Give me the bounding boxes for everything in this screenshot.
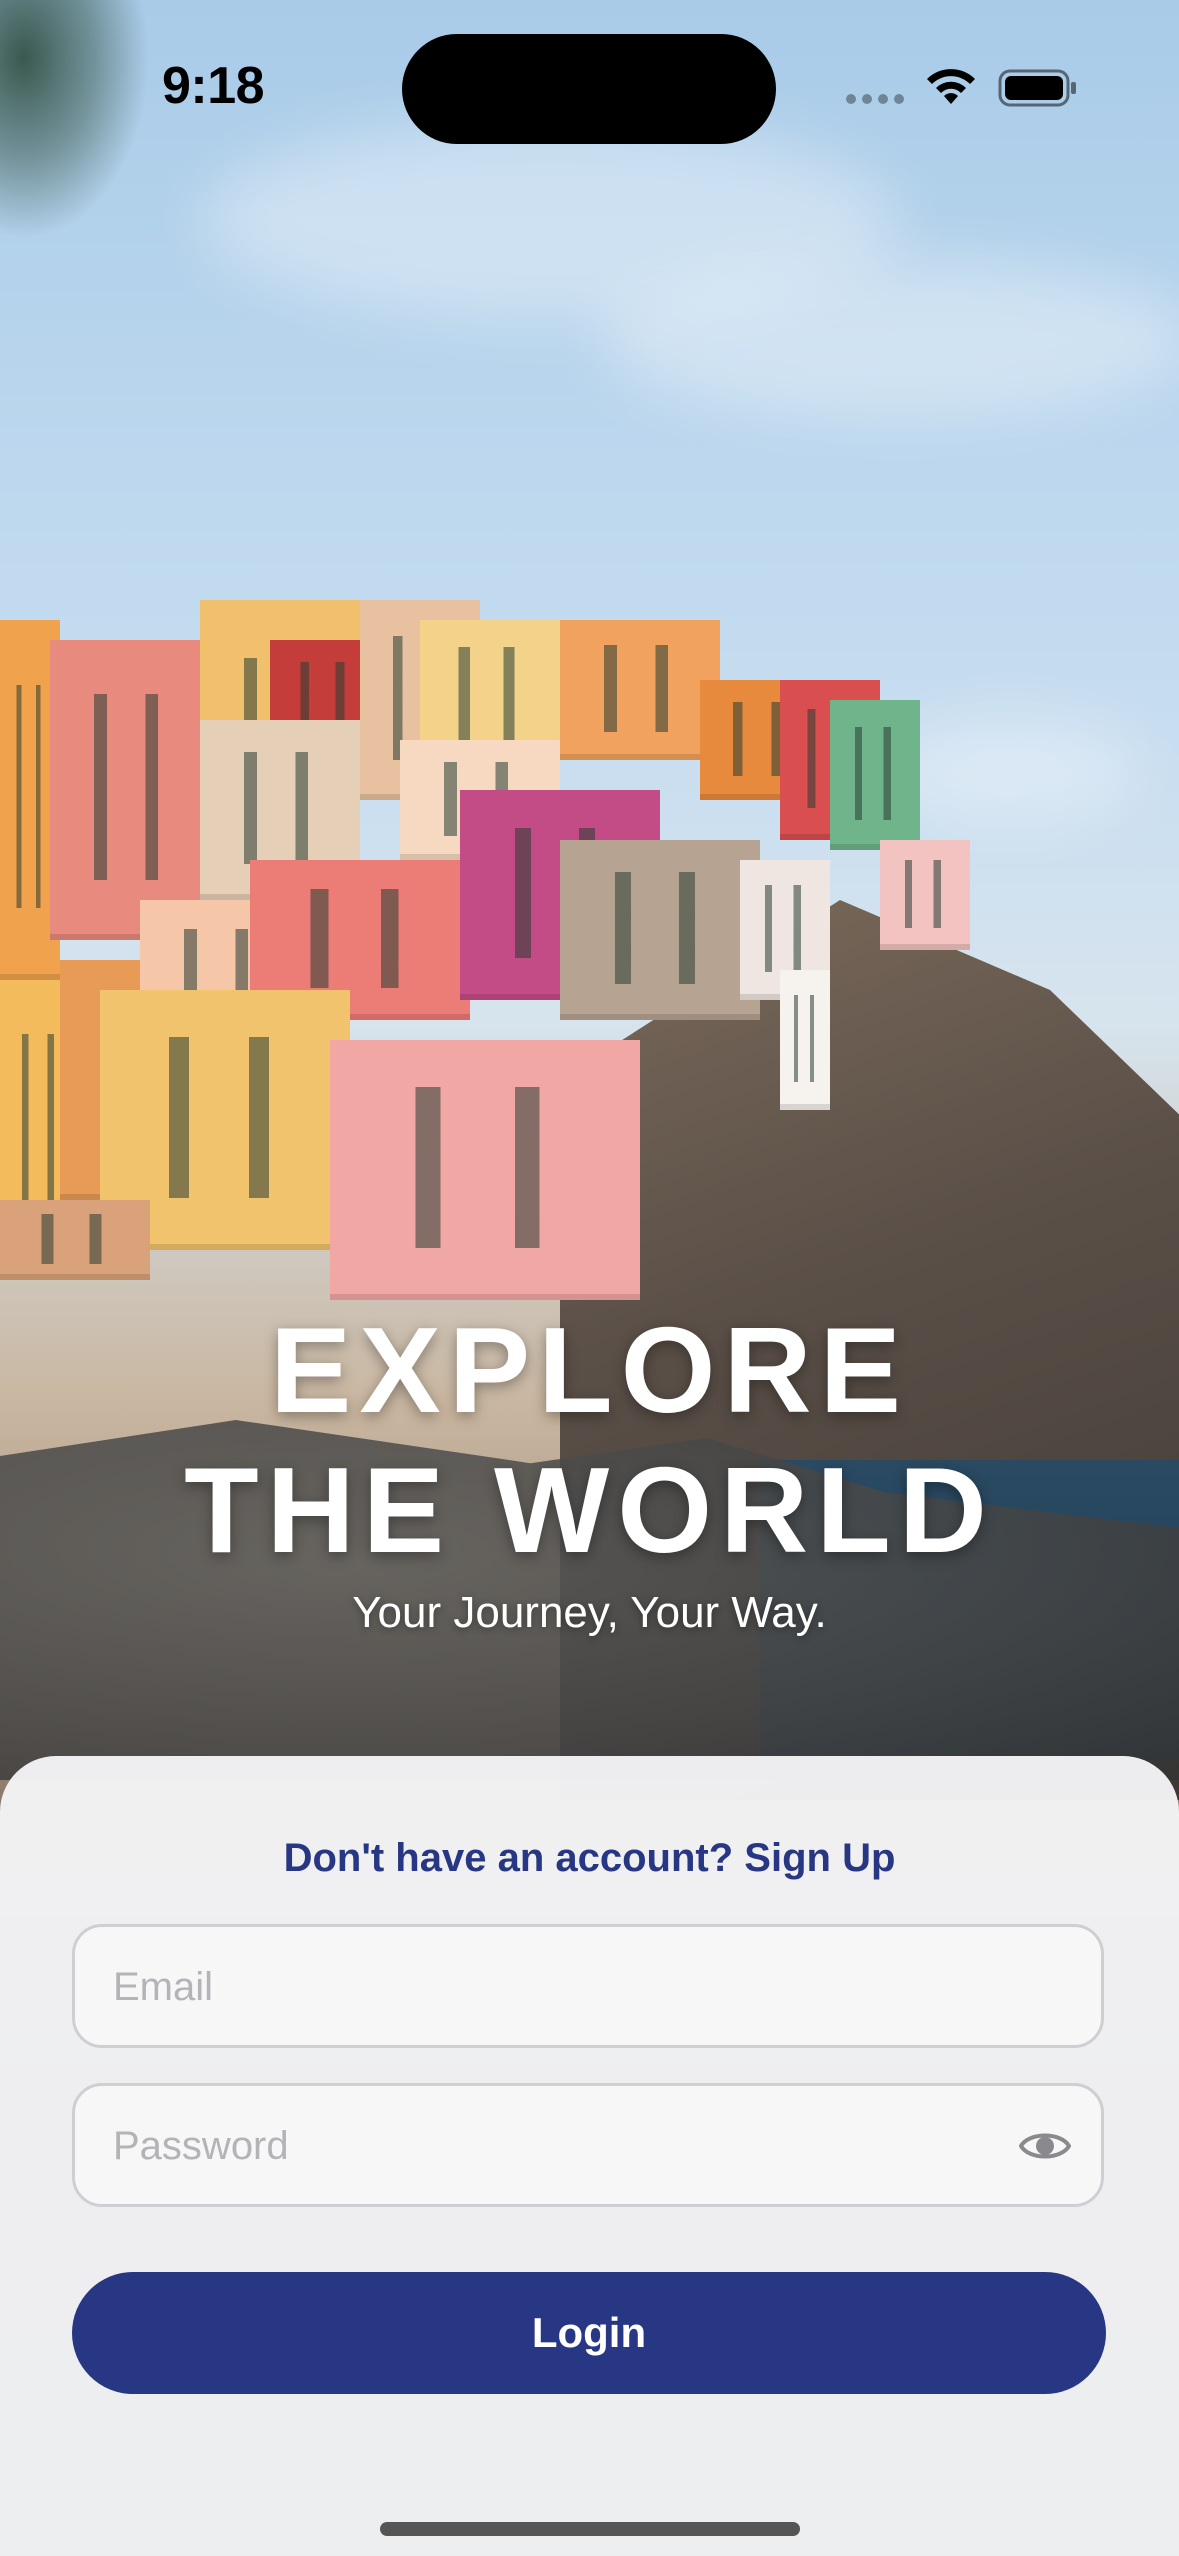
password-input[interactable] (111, 2086, 1015, 2206)
eye-icon[interactable] (1019, 2124, 1071, 2168)
home-indicator[interactable] (380, 2522, 800, 2536)
login-button[interactable]: Login (72, 2272, 1106, 2394)
hero: EXPLORE THE WORLD Your Journey, Your Way… (0, 1300, 1179, 1638)
status-bar: 9:18 (0, 0, 1179, 170)
status-time: 9:18 (162, 57, 265, 115)
battery-icon (998, 69, 1076, 107)
hero-subtitle: Your Journey, Your Way. (352, 1588, 827, 1637)
signup-link[interactable]: Don't have an account? Sign Up (0, 1836, 1179, 1881)
hero-title-line1: EXPLORE (269, 1302, 909, 1438)
password-field[interactable] (72, 2083, 1104, 2207)
email-field[interactable] (72, 1924, 1104, 2048)
hero-title-line2: THE WORLD (184, 1442, 995, 1578)
cellular-signal-icon (846, 94, 904, 104)
login-screen: 9:18 EXPLORE THE WORLD Your Journey, You… (0, 0, 1179, 2556)
dynamic-island (402, 34, 776, 144)
hero-title: EXPLORE THE WORLD (0, 1300, 1179, 1580)
wifi-icon (927, 69, 975, 104)
login-sheet: Don't have an account? Sign Up Login (0, 1756, 1179, 2556)
email-input[interactable] (111, 1927, 1015, 2047)
